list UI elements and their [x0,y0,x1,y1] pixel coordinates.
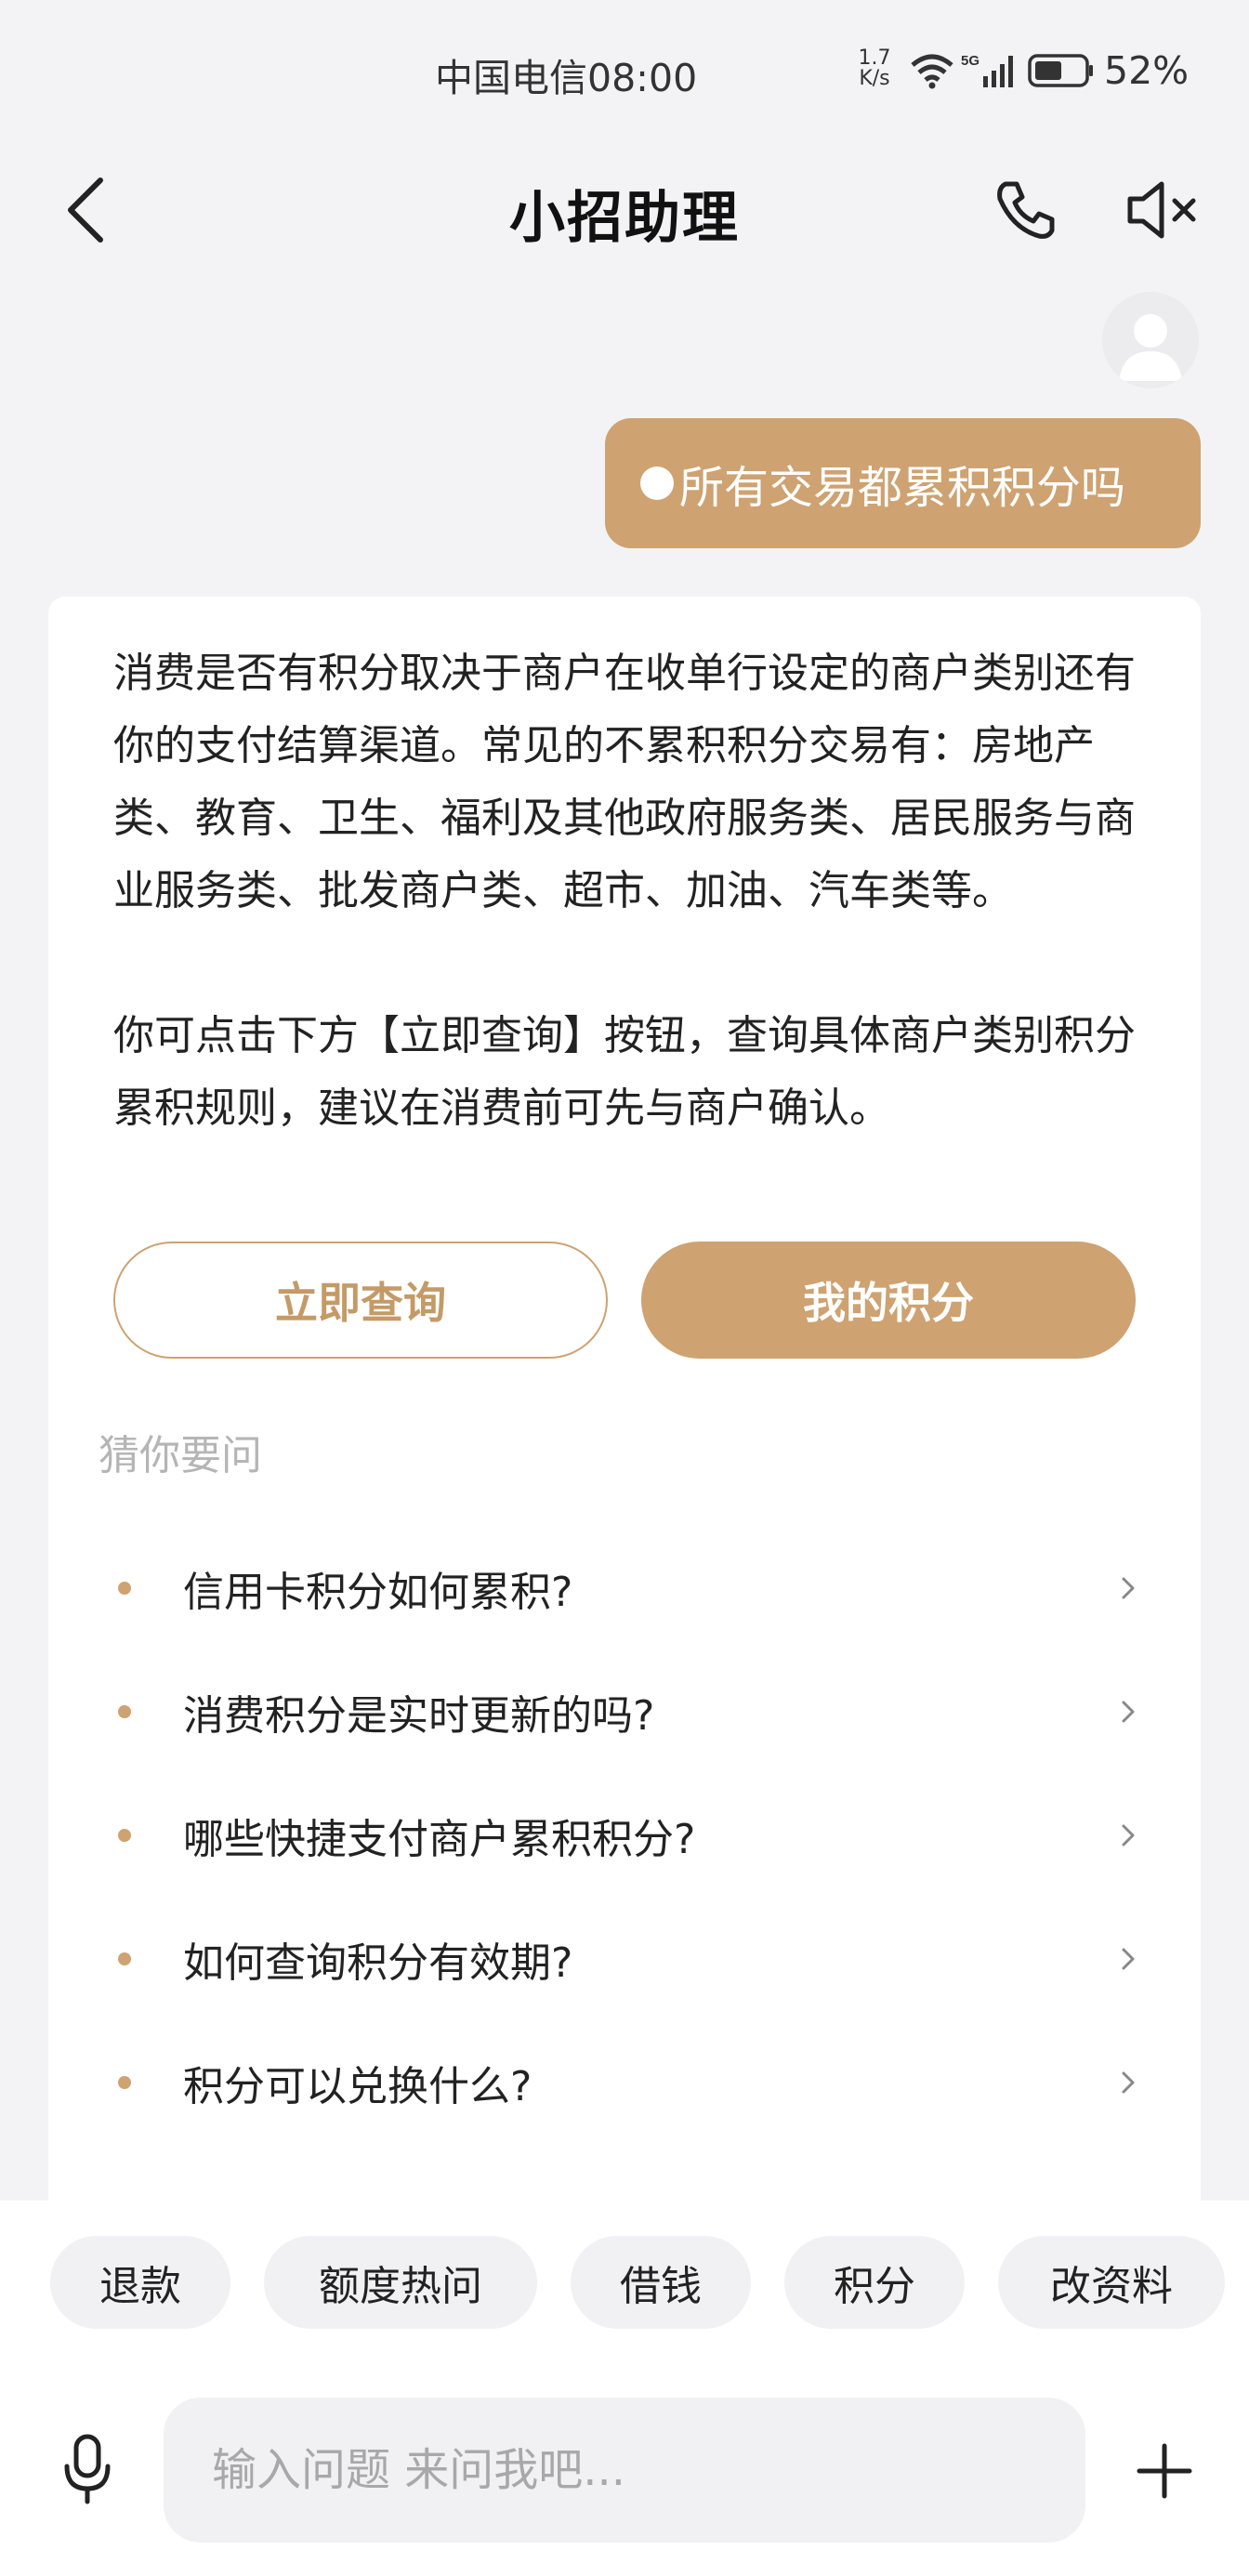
user-avatar [1102,292,1199,388]
suggestion-text: 积分可以兑换什么? [183,2062,532,2110]
page-title: 小招助理 [509,186,740,251]
status-bar: 中国电信08:00 1.7 K/s 5G 52% [0,0,1249,139]
quick-chip[interactable]: 额度热问 [264,2236,537,2329]
user-message-text: 所有交易都累积积分吗 [679,462,1126,514]
network-badge: 5G [961,53,979,69]
chevron-right-icon [1122,1948,1135,1969]
chevron-right-icon [1122,1701,1135,1722]
quick-chip[interactable]: 借钱 [571,2236,751,2329]
chat-header: 小招助理 [0,139,1249,279]
chevron-right-icon [1122,2071,1135,2093]
bullet-dot-icon [118,1952,131,1965]
microphone-icon[interactable] [61,2433,113,2507]
wifi-icon [911,54,953,89]
network-speed-value: 1.7 [858,46,891,70]
query-now-button[interactable]: 立即查询 [113,1242,608,1359]
suggestion-item[interactable]: 积分可以兑换什么? [48,2020,1201,2144]
suggestion-text: 消费积分是实时更新的吗? [183,1691,655,1740]
suggestion-text: 哪些快捷支付商户累积积分? [183,1815,696,1863]
bullet-dot-icon [118,1581,131,1595]
carrier-time: 中国电信08:00 [435,56,698,100]
suggestion-list: 信用卡积分如何累积? 消费积分是实时更新的吗? 哪些快捷支付商户累积积分? 如何… [48,1526,1201,2144]
suggestion-text: 如何查询积分有效期? [183,1939,573,1987]
chevron-right-icon [1122,1824,1135,1846]
message-dot-icon [640,467,674,500]
suggestion-item[interactable]: 信用卡积分如何累积? [48,1526,1201,1649]
bullet-dot-icon [118,1704,131,1718]
quick-chip[interactable]: 改资料 [998,2236,1225,2329]
plus-icon[interactable] [1136,2442,1193,2500]
chevron-right-icon [1122,1577,1135,1598]
answer-text: 消费是否有积分取决于商户在收单行设定的商户类别还有你的支付结算渠道。常见的不累积… [113,637,1145,1145]
quick-reply-chips: 退款 额度热问 借钱 积分 改资料 [0,2236,1249,2329]
quick-chip[interactable]: 积分 [784,2236,965,2329]
my-points-button[interactable]: 我的积分 [641,1242,1136,1359]
bullet-dot-icon [118,1828,131,1842]
suggestion-item[interactable]: 消费积分是实时更新的吗? [48,1649,1201,1773]
user-avatar-icon [1119,314,1182,381]
answer-paragraph: 你可点击下方【立即查询】按钮，查询具体商户类别积分累积规则，建议在消费前可先与商… [113,1012,1136,1132]
battery-icon [1028,54,1093,87]
speaker-mute-icon[interactable] [1124,177,1203,243]
network-speed: 1.7 K/s [853,48,896,89]
battery-percentage: 52% [1104,48,1190,93]
suggestion-item[interactable]: 如何查询积分有效期? [48,1897,1201,2020]
suggestions-title: 猜你要问 [99,1432,262,1479]
answer-card: 消费是否有积分取决于商户在收单行设定的商户类别还有你的支付结算渠道。常见的不累积… [48,597,1201,2232]
suggestion-item[interactable]: 哪些快捷支付商户累积积分? [48,1773,1201,1897]
phone-icon[interactable] [993,177,1059,243]
cellular-signal-icon: 5G [961,53,1013,87]
suggestion-text: 信用卡积分如何累积? [183,1568,573,1616]
question-input[interactable] [164,2398,1085,2543]
quick-chip[interactable]: 退款 [50,2236,230,2329]
bullet-dot-icon [118,2075,131,2089]
chat-screen: 中国电信08:00 1.7 K/s 5G 52% 小招助理 所有交易都累积积分吗… [0,0,1249,2576]
network-speed-unit: K/s [859,67,890,90]
chat-footer: 退款 额度热问 借钱 积分 改资料 [0,2201,1249,2576]
answer-paragraph: 消费是否有积分取决于商户在收单行设定的商户类别还有你的支付结算渠道。常见的不累积… [113,650,1136,914]
user-message-bubble: 所有交易都累积积分吗 [605,418,1201,548]
